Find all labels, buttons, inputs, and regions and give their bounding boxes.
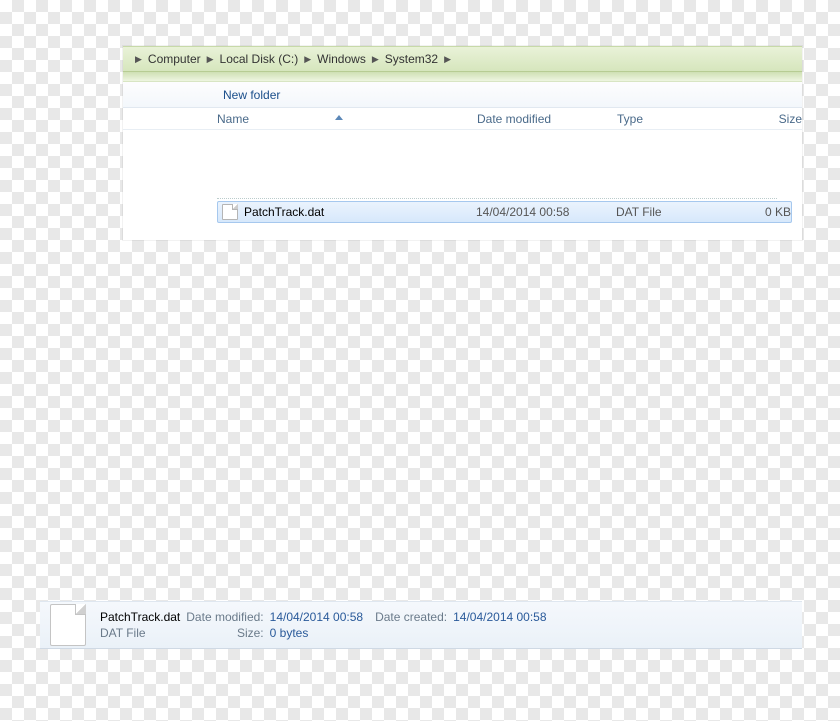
file-date: 14/04/2014 00:58: [476, 205, 616, 219]
file-large-icon: [50, 604, 86, 646]
toolbar-smear: [123, 72, 802, 82]
column-name[interactable]: Name: [217, 112, 477, 126]
command-bar: New folder: [123, 82, 802, 108]
chevron-right-icon: ▶: [304, 54, 311, 65]
column-size[interactable]: Size: [732, 112, 802, 126]
breadcrumb-item-local-disk[interactable]: Local Disk (C:): [220, 52, 299, 66]
sort-ascending-icon: [335, 115, 343, 120]
file-size: 0 KB: [731, 205, 791, 219]
details-modified-value: 14/04/2014 00:58: [270, 610, 363, 624]
explorer-window: ▶ Computer ▶ Local Disk (C:) ▶ Windows ▶…: [123, 46, 802, 240]
details-size-value: 0 bytes: [270, 626, 363, 640]
list-blank-area: [217, 130, 802, 185]
details-created-label: Date created:: [375, 610, 447, 624]
chevron-right-icon: ▶: [372, 54, 379, 65]
file-name: PatchTrack.dat: [244, 205, 476, 219]
details-grid: PatchTrack.dat Date modified: 14/04/2014…: [100, 610, 547, 640]
column-date-modified[interactable]: Date modified: [477, 112, 617, 126]
breadcrumb-item-windows[interactable]: Windows: [317, 52, 366, 66]
address-bar[interactable]: ▶ Computer ▶ Local Disk (C:) ▶ Windows ▶…: [123, 46, 802, 72]
details-created-value: 14/04/2014 00:58: [453, 610, 546, 624]
file-icon: [222, 204, 238, 220]
file-row-selected[interactable]: PatchTrack.dat 14/04/2014 00:58 DAT File…: [217, 201, 792, 223]
chevron-right-icon: ▶: [207, 54, 214, 65]
breadcrumb-item-system32[interactable]: System32: [385, 52, 438, 66]
column-headers: Name Date modified Type Size: [123, 108, 802, 130]
details-file-type: DAT File: [100, 626, 180, 640]
details-modified-label: Date modified:: [186, 610, 263, 624]
details-size-label: Size:: [186, 626, 263, 640]
file-list: PatchTrack.dat 14/04/2014 00:58 DAT File…: [123, 130, 802, 240]
chevron-right-icon: ▶: [444, 54, 451, 65]
details-pane: PatchTrack.dat Date modified: 14/04/2014…: [40, 601, 802, 649]
list-divider: [217, 185, 777, 199]
details-file-name: PatchTrack.dat: [100, 610, 180, 624]
chevron-right-icon: ▶: [135, 54, 142, 65]
breadcrumb-item-computer[interactable]: Computer: [148, 52, 201, 66]
new-folder-button[interactable]: New folder: [217, 86, 286, 104]
column-type[interactable]: Type: [617, 112, 732, 126]
file-type: DAT File: [616, 205, 731, 219]
column-name-label: Name: [217, 112, 249, 126]
